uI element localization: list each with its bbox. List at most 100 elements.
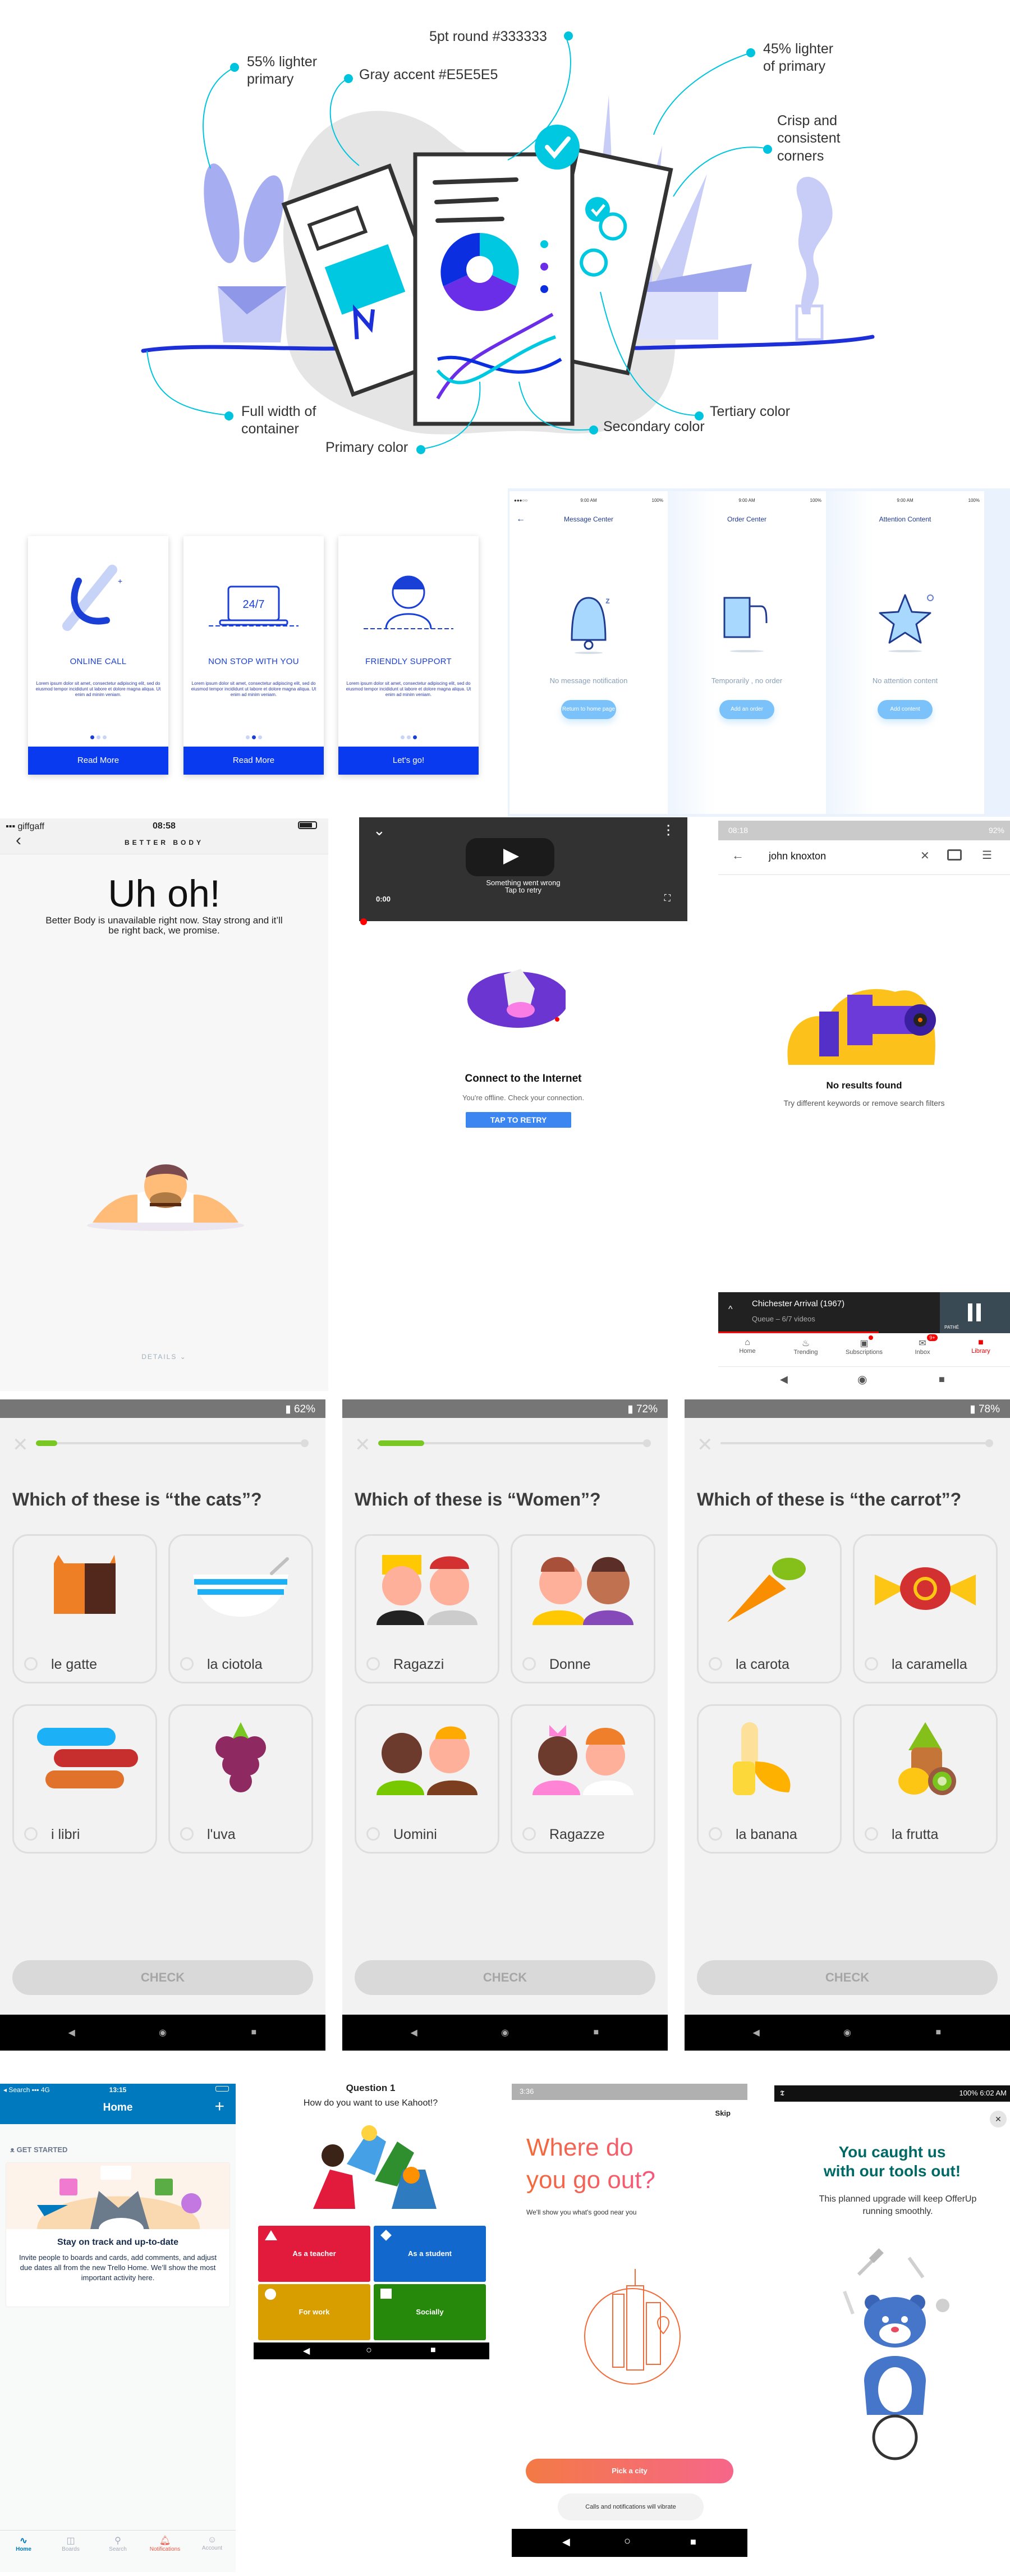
player-error[interactable]: Something went wrong Tap to retry — [359, 879, 687, 894]
answer-option[interactable]: l'uva — [168, 1704, 313, 1854]
home-nav-icon[interactable]: ◉ — [159, 2027, 167, 2038]
video-player[interactable]: ⌄ · · · Something went wrong Tap to retry 0… — [359, 817, 687, 921]
tab-home[interactable]: ⌂ Home — [718, 1333, 777, 1366]
answer-option[interactable]: la caramella — [853, 1534, 998, 1683]
radio-button[interactable] — [366, 1657, 380, 1671]
radio-button[interactable] — [865, 1827, 878, 1841]
back-arrow-icon[interactable]: ← — [732, 848, 744, 863]
answer-work[interactable]: For work — [258, 2284, 370, 2340]
card-text: Invite people to boards and cards, add c… — [19, 2253, 217, 2282]
answer-option[interactable]: Ragazzi — [355, 1534, 499, 1683]
answer-option[interactable]: le gatte — [12, 1534, 157, 1683]
radio-button[interactable] — [24, 1827, 38, 1841]
radio-button[interactable] — [180, 1657, 194, 1671]
radio-button[interactable] — [709, 1827, 722, 1841]
back-nav-icon[interactable]: ◀ — [410, 2027, 417, 2038]
clear-icon[interactable]: ✕ — [920, 849, 930, 863]
radio-button[interactable] — [522, 1827, 536, 1841]
return-home-button[interactable]: Return to home page — [561, 700, 616, 719]
card-title: ONLINE CALL — [70, 657, 127, 666]
details-toggle[interactable]: DETAILS ⌄ — [0, 1353, 328, 1361]
lets-go-button[interactable]: Let's go! — [338, 747, 479, 775]
recents-nav-icon[interactable]: ■ — [594, 2028, 599, 2038]
flame-icon: ♨ — [801, 1339, 810, 1348]
home-nav-icon[interactable]: ◉ — [857, 1372, 867, 1387]
answer-option[interactable]: Uomini — [355, 1704, 499, 1854]
collapse-chevron-icon[interactable]: ⌄ — [373, 822, 385, 839]
tab-home[interactable]: ∿ Home — [0, 2531, 47, 2563]
answer-student[interactable]: As a student — [374, 2226, 486, 2282]
answer-label: As a student — [407, 2249, 452, 2258]
answer-option[interactable]: la ciotola — [168, 1534, 313, 1683]
android-nav-bar: ◀ ◉ ■ — [685, 2015, 1010, 2051]
answer-option[interactable]: Donne — [511, 1534, 655, 1683]
home-nav-icon[interactable]: ◉ — [501, 2027, 509, 2038]
tab-boards[interactable]: ◫ Boards — [47, 2531, 94, 2563]
back-nav-icon[interactable]: ◀ — [303, 2345, 310, 2357]
recents-nav-icon[interactable]: ■ — [690, 2536, 696, 2548]
header: ◂ Search ▪▪▪ 4G 13:15 Home + — [0, 2084, 236, 2124]
recents-nav-icon[interactable]: ■ — [936, 2028, 942, 2038]
answer-option[interactable]: la banana — [697, 1704, 842, 1854]
more-options-icon[interactable]: · · · — [667, 821, 671, 841]
home-nav-icon[interactable]: ○ — [366, 2344, 372, 2356]
tab-trending[interactable]: ♨ Trending — [777, 1333, 835, 1366]
skip-button[interactable]: Skip — [715, 2109, 731, 2117]
close-icon[interactable]: ✕ — [12, 1435, 29, 1454]
message: This planned upgrade will keep OfferUp r… — [819, 2194, 977, 2216]
filter-icon[interactable]: ☰ — [982, 848, 992, 862]
back-nav-icon[interactable]: ◀ — [780, 1374, 788, 1385]
search-query[interactable]: john knoxton — [769, 850, 826, 862]
tab-notifications[interactable]: 🔔︎ Notifications — [141, 2531, 189, 2563]
option-label: i libri — [51, 1827, 80, 1842]
close-icon[interactable]: ✕ — [355, 1435, 371, 1454]
back-nav-icon[interactable]: ◀ — [68, 2027, 75, 2038]
read-more-button[interactable]: Read More — [183, 747, 324, 775]
add-icon[interactable]: + — [214, 2097, 224, 2116]
pick-city-button[interactable]: Pick a city — [526, 2459, 733, 2483]
recents-nav-icon[interactable]: ■ — [251, 2028, 257, 2038]
radio-button[interactable] — [180, 1827, 194, 1841]
check-button[interactable]: CHECK — [355, 1960, 655, 1995]
recents-nav-icon[interactable]: ■ — [939, 1374, 945, 1385]
close-button[interactable]: ✕ — [990, 2111, 1007, 2127]
radio-button[interactable] — [709, 1657, 722, 1671]
toast-message: Calls and notifications will vibrate — [558, 2493, 704, 2520]
progress-scrubber[interactable] — [360, 918, 367, 925]
radio-button[interactable] — [522, 1657, 536, 1671]
mini-player[interactable]: ^ Chichester Arrival (1967) Queue – 6/7 … — [718, 1292, 1010, 1333]
back-nav-icon[interactable]: ◀ — [562, 2536, 570, 2548]
tab-subscriptions[interactable]: ▣ Subscriptions — [835, 1333, 893, 1366]
tab-account[interactable]: ☺ Account — [189, 2531, 236, 2563]
offline-heading: Connect to the Internet — [465, 1073, 582, 1085]
answer-socially[interactable]: Socially — [374, 2284, 486, 2340]
back-arrow-icon[interactable]: ← — [516, 511, 525, 528]
home-nav-icon[interactable]: ○ — [624, 2535, 631, 2548]
expand-chevron-icon[interactable]: ^ — [728, 1305, 733, 1315]
answer-teacher[interactable]: As a teacher — [258, 2226, 370, 2282]
recents-nav-icon[interactable]: ■ — [430, 2345, 436, 2355]
home-nav-icon[interactable]: ◉ — [843, 2027, 851, 2038]
answer-option[interactable]: i libri — [12, 1704, 157, 1854]
bear-juggling-tools-illustration — [843, 2248, 949, 2460]
radio-button[interactable] — [366, 1827, 380, 1841]
check-button[interactable]: CHECK — [697, 1960, 998, 1995]
close-icon[interactable]: ✕ — [697, 1435, 713, 1454]
answer-option[interactable]: la carota — [697, 1534, 842, 1683]
answer-option[interactable]: la frutta — [853, 1704, 998, 1854]
answer-option[interactable]: Ragazze — [511, 1704, 655, 1854]
tab-search[interactable]: ⚲ Search — [94, 2531, 141, 2563]
tap-to-retry-button[interactable]: TAP TO RETRY — [466, 1112, 571, 1128]
add-order-button[interactable]: Add an order — [719, 700, 774, 719]
cast-icon[interactable] — [947, 849, 962, 861]
tab-library[interactable]: ■ Library — [952, 1333, 1010, 1366]
radio-button[interactable] — [24, 1657, 38, 1671]
fullscreen-icon[interactable]: ⛶ — [664, 894, 671, 904]
radio-button[interactable] — [865, 1657, 878, 1671]
back-nav-icon[interactable]: ◀ — [752, 2027, 759, 2038]
add-content-button[interactable]: Add content — [878, 700, 933, 719]
tab-inbox[interactable]: ✉ Inbox 9+ — [893, 1333, 952, 1366]
check-button[interactable]: CHECK — [12, 1960, 313, 1995]
read-more-button[interactable]: Read More — [28, 747, 168, 775]
pause-icon[interactable] — [968, 1303, 972, 1321]
